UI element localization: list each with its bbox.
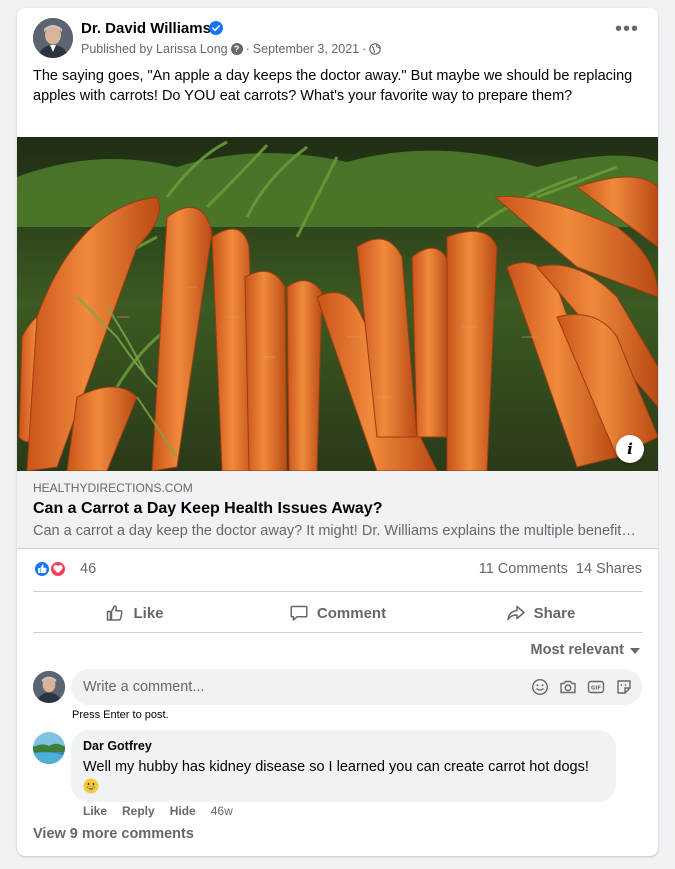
link-preview-image[interactable]: i (17, 137, 658, 471)
verified-badge-icon (209, 21, 223, 35)
reaction-count[interactable]: 46 (80, 561, 96, 577)
comment-count[interactable]: 11 Comments (479, 561, 568, 577)
meta-separator: · (245, 42, 250, 56)
link-domain: HEALTHYDIRECTIONS.COM (33, 481, 193, 495)
love-reaction-icon[interactable] (49, 560, 67, 578)
globe-icon (369, 43, 382, 55)
engagement-counts: 11 Comments 14 Shares (479, 561, 642, 577)
comment-body: Well my hubby has kidney disease so I le… (83, 759, 589, 775)
like-button[interactable]: Like (33, 593, 236, 633)
current-user-avatar[interactable] (33, 671, 65, 703)
emoji-icon[interactable] (531, 678, 549, 696)
caret-down-icon (630, 648, 640, 654)
comment-timestamp[interactable]: 46w (211, 804, 233, 818)
sticker-icon[interactable] (615, 678, 633, 696)
comment-bubble: Dar Gotfrey Well my hubby has kidney dis… (71, 730, 616, 802)
carrots-image (17, 137, 658, 471)
sort-label: Most relevant (530, 642, 624, 658)
comment-reply-link[interactable]: Reply (122, 804, 155, 818)
post-date[interactable]: September 3, 2021 (253, 42, 359, 56)
meta-separator-2: · (362, 42, 367, 56)
link-preview[interactable]: HEALTHYDIRECTIONS.COM Can a Carrot a Day… (17, 471, 658, 549)
camera-icon[interactable] (559, 678, 577, 696)
comment-composer: GIF (71, 669, 642, 705)
share-button[interactable]: Share (439, 593, 642, 633)
view-more-comments-link[interactable]: View 9 more comments (33, 826, 194, 842)
link-description: Can a carrot a day keep the doctor away?… (33, 523, 643, 539)
comment-actions: Like Reply Hide 46w (83, 804, 233, 818)
info-button[interactable]: i (616, 435, 644, 463)
question-icon[interactable]: ? (230, 43, 243, 55)
grinning-face-icon (83, 778, 99, 794)
like-label: Like (133, 604, 164, 622)
comment-icon (290, 605, 308, 621)
more-options-icon[interactable]: ••• (612, 19, 642, 44)
comment-input[interactable] (83, 669, 513, 705)
post-header: Dr. David Williams Published by Larissa … (33, 18, 642, 70)
post-hint: Press Enter to post. (72, 709, 169, 721)
post-meta: Published by Larissa Long ? · September … (81, 42, 382, 56)
comment-like-link[interactable]: Like (83, 804, 107, 818)
comment-button[interactable]: Comment (236, 593, 439, 633)
published-by: Published by Larissa Long (81, 42, 228, 56)
post-text: The saying goes, "An apple a day keeps t… (33, 68, 633, 104)
divider-2 (33, 632, 642, 633)
commenter-name[interactable]: Dar Gotfrey (83, 739, 152, 753)
divider (33, 591, 642, 592)
comment-sort-dropdown[interactable]: Most relevant (531, 642, 640, 658)
comment-hide-link[interactable]: Hide (170, 804, 196, 818)
reactions-bar: 46 11 Comments 14 Shares (33, 558, 642, 582)
share-label: Share (533, 604, 576, 622)
thumbs-up-icon (107, 605, 124, 621)
svg-text:GIF: GIF (591, 686, 602, 692)
commenter-avatar[interactable] (33, 732, 65, 764)
gif-icon[interactable]: GIF (587, 678, 605, 696)
author-avatar[interactable] (33, 18, 73, 58)
post-actions: Like Comment Share (33, 593, 642, 633)
link-title[interactable]: Can a Carrot a Day Keep Health Issues Aw… (33, 500, 382, 518)
author-name[interactable]: Dr. David Williams (81, 20, 211, 37)
comment-label: Comment (316, 604, 387, 622)
share-count[interactable]: 14 Shares (576, 561, 642, 577)
post-card: Dr. David Williams Published by Larissa … (17, 8, 658, 856)
comment-text: Well my hubby has kidney disease so I le… (83, 757, 608, 797)
like-reaction-icon[interactable] (33, 560, 51, 578)
share-arrow-icon (506, 605, 525, 621)
